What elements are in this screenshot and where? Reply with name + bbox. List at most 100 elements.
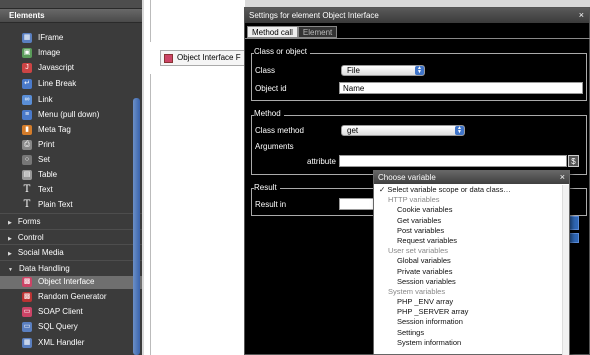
print-icon: ⎙ [22, 139, 32, 150]
xml-handler-icon: ▦ [22, 337, 32, 348]
variable-option[interactable]: Cookie variables [375, 205, 570, 215]
sidebar-item-table[interactable]: ▤ Table [22, 168, 57, 182]
choose-variable-popup: Choose variable × ✓ Select variable scop… [373, 170, 570, 355]
canvas-object-interface-element[interactable]: Object Interface F [160, 50, 246, 66]
canvas-guide-line [150, 74, 151, 355]
variable-option[interactable]: Private variables [375, 267, 570, 277]
variable-option[interactable]: Post variables [375, 226, 570, 236]
variable-option[interactable]: PHP _SERVER array [375, 307, 570, 317]
sidebar-item-label: Link [38, 95, 53, 104]
result-in-label: Result in [255, 200, 287, 209]
dialog-close-icon[interactable]: × [579, 8, 584, 23]
sidebar-item-javascript[interactable]: J Javascript [22, 61, 74, 75]
sidebar-item-label: IFrame [38, 33, 64, 42]
variable-option[interactable]: Get variables [375, 216, 570, 226]
variable-option[interactable]: Session information [375, 317, 570, 327]
sidebar-item-label: Random Generator [38, 292, 107, 301]
soap-client-icon: ▭ [22, 306, 32, 317]
menu-icon: ≡ [22, 109, 32, 120]
variable-option[interactable]: Settings [375, 328, 570, 338]
sidebar-group-control[interactable]: ▶ Control [0, 229, 142, 244]
dialog-tabs: Method call Element [247, 26, 338, 38]
sidebar-item-label: Menu (pull down) [38, 110, 100, 119]
sidebar-item-plain-text[interactable]: T Plain Text [22, 198, 73, 212]
sidebar-group-social-media[interactable]: ▶ Social Media [0, 244, 142, 259]
link-icon: ∞ [22, 94, 32, 105]
text-icon: T [23, 183, 31, 195]
sidebar-item-link[interactable]: ∞ Link [22, 93, 53, 107]
sidebar-item-label: Javascript [38, 63, 75, 72]
sidebar-item-object-interface[interactable]: ▩ Object Interface [22, 275, 94, 289]
sidebar-item-meta-tag[interactable]: ▮ Meta Tag [22, 123, 71, 137]
variable-group-system: System variables [388, 286, 446, 296]
sql-query-icon: ▭ [22, 321, 32, 332]
iframe-icon: ▦ [22, 32, 32, 43]
sidebar-item-label: Text [38, 185, 53, 194]
elements-sidebar: Elements ▦ IFrame ▣ Image J Javascript ↵ Lin… [0, 0, 142, 355]
tab-element[interactable]: Element [297, 26, 338, 38]
variable-scope-list[interactable]: ✓ Select variable scope or data class… H… [375, 185, 570, 355]
sidebar-item-print[interactable]: ⎙ Print [22, 138, 54, 152]
class-method-select[interactable]: get ▲ ▼ [341, 125, 465, 136]
sidebar-group-data-handling[interactable]: ▼ Data Handling [0, 260, 142, 275]
class-select-value: File [347, 66, 360, 75]
plain-text-icon: T [23, 198, 31, 210]
variable-option[interactable]: PHP _ENV array [375, 297, 570, 307]
object-interface-icon [164, 54, 173, 63]
sidebar-group-forms[interactable]: ▶ Forms [0, 213, 142, 228]
sidebar-item-label: Object Interface [38, 277, 95, 286]
class-or-object-legend: Class or object [254, 47, 310, 56]
sidebar-item-menu[interactable]: ≡ Menu (pull down) [22, 108, 99, 122]
sidebar-group-label: Social Media [17, 248, 64, 257]
variable-option[interactable]: Request variables [375, 236, 570, 246]
sidebar-item-label: Set [38, 155, 51, 164]
sidebar-item-random-generator[interactable]: ▩ Random Generator [22, 290, 106, 304]
sidebar-item-label: Meta Tag [38, 125, 71, 134]
sidebar-item-sql-query[interactable]: ▭ SQL Query [22, 320, 78, 334]
sidebar-item-label: SOAP Client [38, 307, 83, 316]
expand-triangle-icon: ▶ [8, 251, 12, 257]
javascript-icon: J [22, 62, 32, 73]
variable-option[interactable]: Global variables [375, 256, 570, 266]
variable-option[interactable]: System information [375, 338, 570, 348]
sidebar-item-text[interactable]: T Text [22, 183, 53, 197]
popup-scrollbar[interactable] [562, 185, 569, 355]
method-legend: Method [254, 109, 284, 118]
variable-group-http: HTTP variables [388, 195, 440, 205]
sidebar-header: Elements [0, 9, 142, 23]
attribute-input[interactable] [339, 155, 567, 167]
popup-close-icon[interactable]: × [560, 171, 565, 184]
sidebar-top-row [0, 0, 142, 9]
choose-variable-button[interactable]: $ [568, 155, 579, 167]
variable-option-placeholder[interactable]: ✓ Select variable scope or data class… [375, 185, 570, 195]
variable-option[interactable]: Session variables [375, 277, 570, 287]
class-select[interactable]: File ▲ ▼ [341, 65, 425, 76]
sidebar-item-image[interactable]: ▣ Image [22, 46, 60, 60]
sidebar-group-label: Control [17, 233, 44, 242]
sidebar-item-label: Table [38, 170, 58, 179]
sidebar-item-label: Line Break [38, 79, 77, 88]
sidebar-item-line-break[interactable]: ↵ Line Break [22, 77, 76, 91]
sidebar-item-label: XML Handler [38, 338, 85, 347]
class-method-label: Class method [255, 126, 304, 135]
expand-triangle-icon: ▶ [8, 220, 12, 226]
sidebar-group-label: Forms [17, 217, 41, 226]
object-id-input[interactable]: Name [339, 82, 583, 94]
dialog-title: Settings for element Object Interface [245, 8, 589, 23]
sidebar-item-iframe[interactable]: ▦ IFrame [22, 31, 63, 45]
tab-method-call[interactable]: Method call [247, 26, 298, 38]
select-arrows-icon: ▲ ▼ [455, 126, 464, 135]
sidebar-scrollbar[interactable] [133, 98, 140, 355]
sidebar-item-set[interactable]: ○ Set [22, 153, 50, 167]
sidebar-item-soap-client[interactable]: ▭ SOAP Client [22, 305, 83, 319]
expand-triangle-icon: ▶ [8, 236, 12, 242]
popup-title: Choose variable [374, 171, 569, 184]
arguments-label: Arguments [255, 142, 294, 151]
canvas-guide-line [150, 0, 151, 42]
collapse-triangle-icon: ▼ [8, 267, 13, 273]
sidebar-item-xml-handler[interactable]: ▦ XML Handler [22, 336, 84, 350]
attribute-label: attribute [307, 157, 336, 166]
class-method-select-value: get [347, 126, 359, 135]
canvas-object-label: Object Interface F [177, 53, 241, 62]
set-icon: ○ [22, 154, 32, 165]
